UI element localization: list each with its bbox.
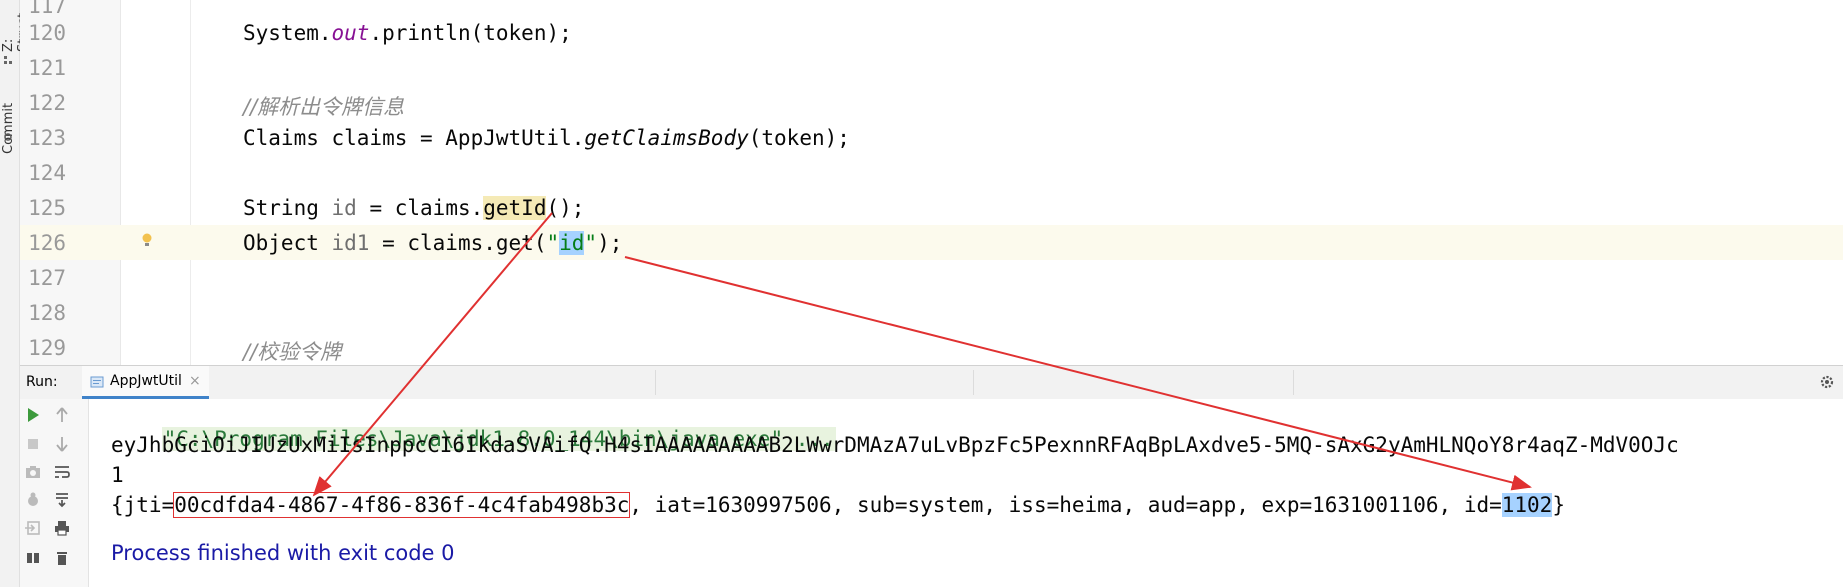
header-divider <box>1293 370 1294 395</box>
claims-prefix: {jti= <box>111 493 175 517</box>
run-tab-appjwtutil[interactable]: AppJwtUtil × <box>82 366 209 399</box>
line-number: 127 <box>28 266 66 290</box>
console-token-line: eyJhbGciOiJIUzUxMiIsInppcCI6IkdaSVAifQ.H… <box>111 433 1679 457</box>
scroll-to-end-icon[interactable] <box>52 490 72 510</box>
line-number: 121 <box>28 56 66 80</box>
stop-icon[interactable] <box>23 434 43 454</box>
camera-icon[interactable] <box>23 462 43 482</box>
run-config-icon <box>90 376 104 388</box>
line-number: 128 <box>28 301 66 325</box>
code-text[interactable]: Claims claims = AppJwtUtil.getClaimsBody… <box>243 126 850 150</box>
code-token: out <box>331 21 370 45</box>
line-number: 126 <box>28 231 66 255</box>
code-editor[interactable]: 117 120 System.out.println(token); 121 122//… <box>20 0 1843 365</box>
structure-icon <box>4 56 12 64</box>
code-token: id <box>331 196 357 220</box>
code-token: (); <box>546 196 585 220</box>
code-line[interactable]: 124 <box>20 155 1843 190</box>
code-line[interactable]: 125 String id = claims.getId(); <box>20 190 1843 225</box>
code-token: " <box>584 231 598 255</box>
trash-icon[interactable] <box>52 547 72 567</box>
gear-icon[interactable] <box>1819 374 1835 390</box>
code-text[interactable]: Object id1 = claims.get("id"); <box>243 231 622 255</box>
code-token: Object <box>243 231 332 255</box>
code-line[interactable]: 122 //解析出令牌信息 <box>20 85 1843 120</box>
code-text[interactable]: System.out.println(token); <box>243 21 572 45</box>
rerun-icon[interactable] <box>23 405 43 425</box>
code-line[interactable]: 123 Claims claims = AppJwtUtil.getClaimsB… <box>20 120 1843 155</box>
jti-value: 00cdfda4-4867-4f86-836f-4c4fab498b3c <box>173 492 631 518</box>
code-line[interactable]: 127 <box>20 260 1843 295</box>
code-token: id1 <box>331 231 370 255</box>
code-line[interactable]: 126 Object id1 = claims.get("id"); <box>20 225 1843 260</box>
line-number: 120 <box>28 21 66 45</box>
arrow-up-icon[interactable] <box>52 405 72 425</box>
console-exit-line: Process finished with exit code 0 <box>111 541 455 565</box>
line-number: 123 <box>28 126 66 150</box>
code-token: //解析出令牌信息 <box>243 95 405 119</box>
code-line[interactable]: 121 <box>20 50 1843 85</box>
line-number: 125 <box>28 196 66 220</box>
run-toolbar <box>20 399 89 587</box>
settings-bug-icon[interactable] <box>23 490 43 510</box>
code-token: getId <box>483 196 547 220</box>
console-output[interactable]: "C:\Program Files\Java\jdk1.8.0_144\bin\… <box>89 399 1843 587</box>
code-line[interactable]: 120 System.out.println(token); <box>20 15 1843 50</box>
code-token: String <box>243 196 332 220</box>
print-icon[interactable] <box>52 518 72 538</box>
claims-middle: , iat=1630997506, sub=system, iss=heima,… <box>629 493 1502 517</box>
layout-icon[interactable] <box>23 547 43 567</box>
arrow-down-icon[interactable] <box>52 434 72 454</box>
code-text[interactable]: //解析出令牌信息 <box>243 91 404 121</box>
code-text[interactable]: //校验令牌 <box>243 336 341 366</box>
line-number: 122 <box>28 91 66 115</box>
code-token: ); <box>597 231 623 255</box>
commit-tool-tab[interactable]: Commit <box>1 96 16 154</box>
code-token: System. <box>243 21 332 45</box>
claims-suffix: } <box>1552 493 1565 517</box>
code-token: id <box>559 231 585 255</box>
run-label: Run: <box>26 374 58 390</box>
line-number: 129 <box>28 336 66 360</box>
run-tab-label: AppJwtUtil <box>110 373 182 389</box>
code-token: //校验令牌 <box>243 340 342 364</box>
code-line[interactable]: 129 //校验令牌 <box>20 330 1843 365</box>
header-divider <box>973 370 974 395</box>
import-icon[interactable] <box>23 518 43 538</box>
soft-wrap-icon[interactable] <box>52 462 72 482</box>
header-divider <box>655 370 656 395</box>
code-token: " <box>546 231 560 255</box>
run-panel-header: Run: AppJwtUtil × <box>20 365 1843 400</box>
left-tool-strip: Z: Struct Commit <box>0 0 31 587</box>
close-icon[interactable]: × <box>189 373 201 389</box>
console-number-line: 1 <box>111 463 124 487</box>
console-claims-line: {jti=00cdfda4-4867-4f86-836f-4c4fab498b3… <box>111 492 1565 518</box>
line-number: 124 <box>28 161 66 185</box>
code-token: .println(token); <box>369 21 572 45</box>
commit-icon <box>4 133 12 141</box>
id-value: 1102 <box>1501 493 1553 517</box>
code-token: getClaimsBody <box>584 126 749 150</box>
code-text[interactable]: String id = claims.getId(); <box>243 196 584 220</box>
code-token: (token); <box>748 126 850 150</box>
code-token: Claims claims = AppJwtUtil. <box>243 126 585 150</box>
code-line[interactable]: 128 <box>20 295 1843 330</box>
lightbulb-icon[interactable] <box>141 233 153 247</box>
code-token: = claims. <box>356 196 484 220</box>
code-token: = claims.get( <box>369 231 547 255</box>
